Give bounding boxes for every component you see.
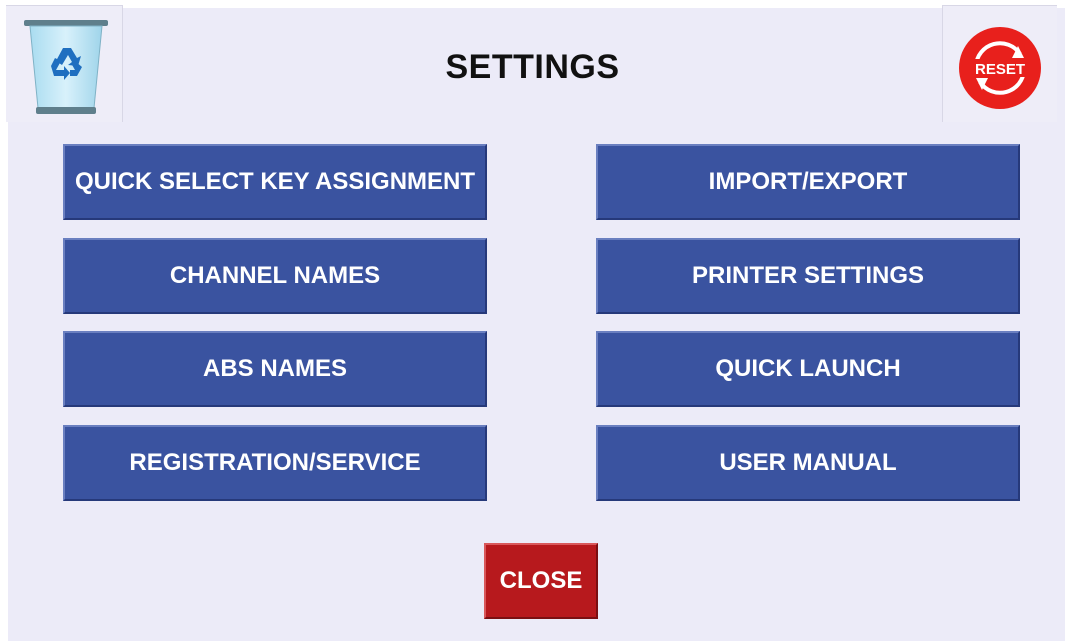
reset-graphic: RESET bbox=[959, 27, 1041, 109]
quick-launch-button[interactable]: QUICK LAUNCH bbox=[596, 331, 1020, 407]
channel-names-button[interactable]: CHANNEL NAMES bbox=[63, 238, 487, 314]
quick-select-key-assignment-button[interactable]: QUICK SELECT KEY ASSIGNMENT bbox=[63, 144, 487, 220]
registration-service-button[interactable]: REGISTRATION/SERVICE bbox=[63, 425, 487, 501]
import-export-button[interactable]: IMPORT/EXPORT bbox=[596, 144, 1020, 220]
page-title: SETTINGS bbox=[445, 48, 620, 86]
printer-settings-button[interactable]: PRINTER SETTINGS bbox=[596, 238, 1020, 314]
reset-label: RESET bbox=[975, 61, 1025, 78]
close-button[interactable]: CLOSE bbox=[484, 543, 598, 619]
user-manual-button[interactable]: USER MANUAL bbox=[596, 425, 1020, 501]
abs-names-button[interactable]: ABS NAMES bbox=[63, 331, 487, 407]
reset-icon[interactable]: RESET bbox=[958, 26, 1042, 110]
